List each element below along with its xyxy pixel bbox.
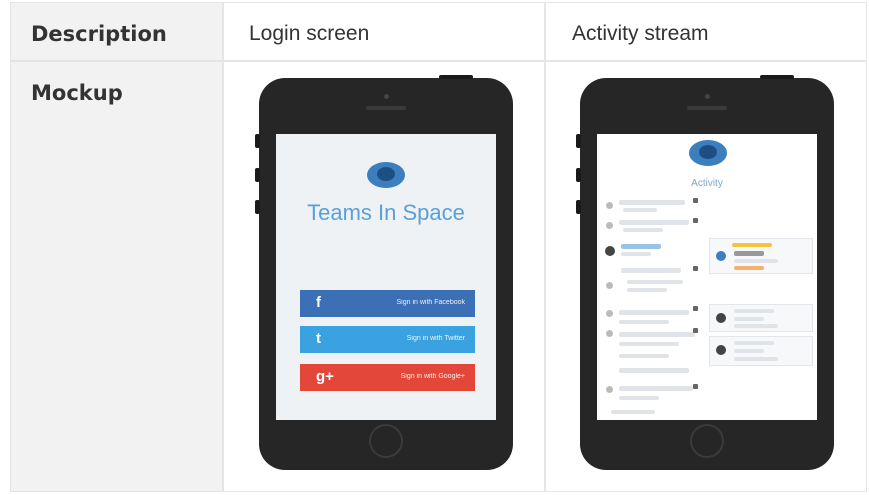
- header-login-label: Login screen: [249, 22, 370, 45]
- feed-item: [619, 200, 685, 205]
- facebook-signin-button: f Sign in with Facebook: [300, 290, 475, 317]
- phone-home-button: [690, 424, 724, 458]
- teams-in-space-logo: [689, 140, 727, 166]
- feed-item: [619, 310, 689, 315]
- phone-camera: [384, 94, 389, 99]
- login-phone-mockup: Teams In Space f Sign in with Facebook t…: [255, 75, 513, 470]
- user-avatar: [605, 246, 615, 256]
- phone-volume-button: [255, 200, 260, 214]
- feed-item-icon: [606, 386, 613, 393]
- feed-item: [619, 342, 679, 346]
- activity-title: Activity: [691, 178, 723, 189]
- teams-in-space-logo: [367, 162, 405, 188]
- feed-item-icon: [606, 202, 613, 209]
- feed-item-marker: [693, 198, 698, 203]
- phone-power-button: [439, 75, 473, 79]
- card-avatar: [716, 313, 726, 323]
- card-line: [734, 259, 778, 263]
- feed-item-marker: [693, 266, 698, 271]
- feed-item: [619, 332, 695, 337]
- card-avatar: [716, 345, 726, 355]
- feed-item-marker: [693, 306, 698, 311]
- phone-volume-button: [255, 134, 260, 148]
- feed-item-icon: [606, 310, 613, 317]
- feed-item: [619, 354, 669, 358]
- activity-card: [709, 304, 813, 332]
- phone-power-button: [760, 75, 794, 79]
- card-line: [734, 266, 764, 270]
- feed-item: [623, 208, 657, 212]
- app-title: Teams In Space: [307, 200, 465, 225]
- twitter-signin-button: t Sign in with Twitter: [300, 326, 475, 353]
- header-cell-description: Description: [10, 2, 223, 61]
- feed-item: [621, 244, 661, 249]
- feed-item: [619, 386, 693, 391]
- facebook-signin-label: Sign in with Facebook: [396, 299, 465, 306]
- phone-camera: [705, 94, 710, 99]
- card-avatar: [716, 251, 726, 261]
- phone-volume-button: [576, 168, 581, 182]
- card-line: [734, 309, 774, 313]
- feed-item-marker: [693, 218, 698, 223]
- activity-phone-mockup: Activity: [576, 75, 834, 470]
- header-description-label: Description: [31, 22, 167, 46]
- facebook-icon: f: [316, 294, 321, 311]
- feed-item-marker: [693, 328, 698, 333]
- phone-home-button: [369, 424, 403, 458]
- feed-item: [623, 228, 663, 232]
- activity-card: [709, 336, 813, 366]
- card-line: [734, 341, 774, 345]
- feed-item: [619, 368, 689, 373]
- google-signin-label: Sign in with Google+: [400, 373, 465, 380]
- feed-item: [627, 280, 683, 284]
- feed-item: [627, 288, 667, 292]
- feed-item-marker: [693, 384, 698, 389]
- feed-item: [619, 220, 689, 225]
- feed-item: [621, 252, 651, 256]
- card-line: [734, 251, 764, 256]
- row-cell-mockup: Mockup: [10, 61, 223, 492]
- feed-item: [611, 410, 655, 414]
- header-cell-login: Login screen: [223, 2, 545, 61]
- card-line: [734, 317, 764, 321]
- twitter-signin-label: Sign in with Twitter: [406, 335, 465, 342]
- twitter-icon: t: [316, 330, 321, 347]
- card-line: [734, 349, 764, 353]
- google-plus-icon: g+: [316, 368, 334, 385]
- activity-screen: Activity: [597, 134, 817, 420]
- phone-speaker: [687, 106, 727, 110]
- feed-item-icon: [606, 222, 613, 229]
- feed-item: [619, 320, 669, 324]
- row-mockup-label: Mockup: [31, 81, 123, 105]
- activity-card: [709, 238, 813, 274]
- header-cell-activity: Activity stream: [545, 2, 867, 61]
- feed-item: [619, 396, 659, 400]
- card-line: [732, 243, 772, 247]
- card-line: [734, 357, 778, 361]
- feed-item-icon: [606, 330, 613, 337]
- phone-volume-button: [255, 168, 260, 182]
- phone-volume-button: [576, 200, 581, 214]
- header-activity-label: Activity stream: [572, 22, 709, 45]
- phone-speaker: [366, 106, 406, 110]
- feed-item: [621, 268, 681, 273]
- login-screen: Teams In Space f Sign in with Facebook t…: [276, 134, 496, 420]
- google-signin-button: g+ Sign in with Google+: [300, 364, 475, 391]
- feed-item-icon: [606, 282, 613, 289]
- phone-volume-button: [576, 134, 581, 148]
- card-line: [734, 324, 778, 328]
